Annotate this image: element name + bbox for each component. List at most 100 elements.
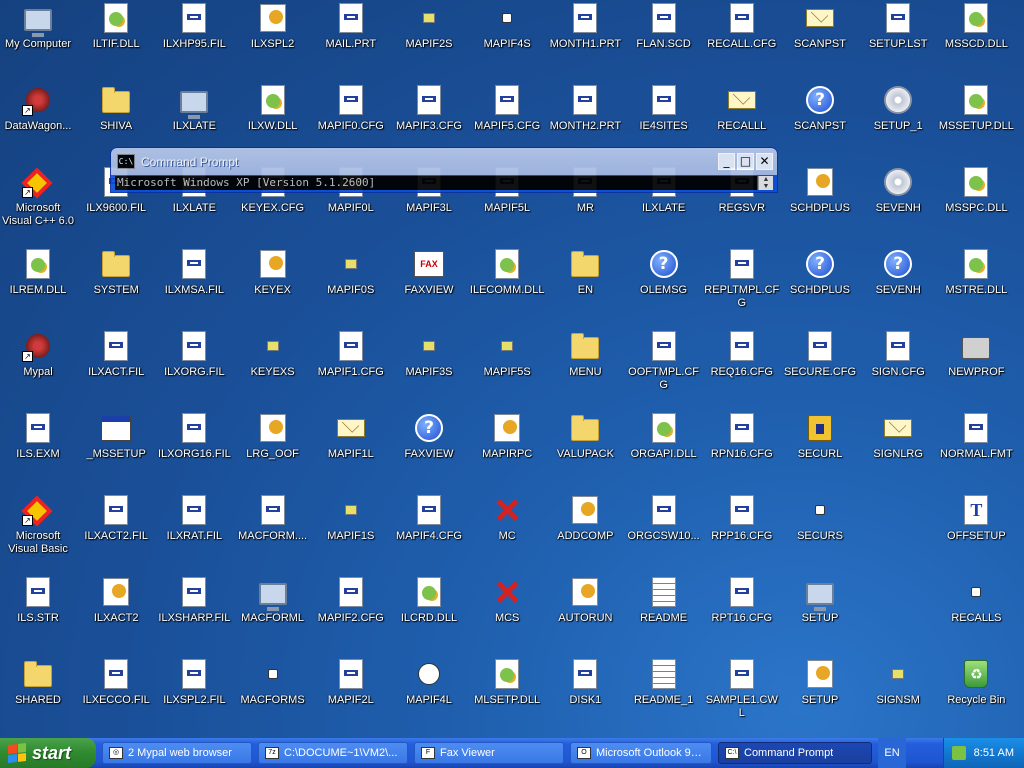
desktop-icon[interactable]: MAPIF5S: [469, 328, 545, 408]
desktop-icon[interactable]: MAPIRPC: [469, 410, 545, 490]
desktop-icon[interactable]: OOFTMPL.CFG: [626, 328, 702, 408]
desktop-icon[interactable]: MAPIF3S: [391, 328, 467, 408]
desktop-icon[interactable]: ILXHP95.FIL: [156, 0, 232, 80]
desktop-icon[interactable]: ILXACT.FIL: [78, 328, 154, 408]
desktop-icon[interactable]: MSTRE.DLL: [938, 246, 1014, 326]
desktop-icon[interactable]: SAMPLE1.CWL: [704, 656, 780, 736]
desktop-icon[interactable]: MAPIF2L: [313, 656, 389, 736]
maximize-button[interactable]: □: [737, 153, 754, 170]
desktop-icon[interactable]: VALUPACK: [547, 410, 623, 490]
minimize-button[interactable]: _: [718, 153, 735, 170]
desktop-icon[interactable]: FAX FAXVIEW: [391, 246, 467, 326]
desktop-icon[interactable]: MAPIF2S: [391, 0, 467, 80]
desktop-icon[interactable]: SCHDPLUS: [782, 164, 858, 244]
desktop-icon[interactable]: ? OLEMSG: [626, 246, 702, 326]
desktop-icon[interactable]: SIGN.CFG: [860, 328, 936, 408]
desktop-icon[interactable]: NEWPROF: [938, 328, 1014, 408]
desktop-icon[interactable]: ILS.STR: [0, 574, 76, 654]
desktop-icon[interactable]: KEYEXS: [235, 328, 311, 408]
desktop-icon[interactable]: README_1: [626, 656, 702, 736]
desktop-icon[interactable]: ♻ Recycle Bin: [938, 656, 1014, 736]
desktop-icon[interactable]: ↗ Microsoft Visual C++ 6.0: [0, 164, 76, 244]
start-button[interactable]: start: [0, 738, 96, 768]
desktop-icon[interactable]: ILXSPL2.FIL: [156, 656, 232, 736]
desktop-icon[interactable]: KEYEX: [235, 246, 311, 326]
taskbar-button[interactable]: 7z C:\DOCUME~1\VM2\...: [258, 742, 408, 764]
taskbar-button[interactable]: ◎ 2 Mypal web browser: [102, 742, 252, 764]
desktop-icon[interactable]: ILXMSA.FIL: [156, 246, 232, 326]
desktop-icon[interactable]: T OFFSETUP: [938, 492, 1014, 572]
desktop-icon[interactable]: MACFORMS: [235, 656, 311, 736]
desktop-icon[interactable]: RECALL.CFG: [704, 0, 780, 80]
taskbar-button[interactable]: F Fax Viewer: [414, 742, 564, 764]
command-prompt-titlebar[interactable]: C:\ Command Prompt _ □ ✕: [111, 148, 777, 175]
taskbar-button[interactable]: C:\ Command Prompt: [718, 742, 872, 764]
desktop-icon[interactable]: MAPIF1L: [313, 410, 389, 490]
desktop-icon[interactable]: SIGNSM: [860, 656, 936, 736]
desktop-icon[interactable]: MACFORML: [235, 574, 311, 654]
desktop-icon[interactable]: MAPIF1.CFG: [313, 328, 389, 408]
desktop-icon[interactable]: RPT16.CFG: [704, 574, 780, 654]
desktop-icon[interactable]: ORGAPI.DLL: [626, 410, 702, 490]
desktop-icon[interactable]: SIGNLRG: [860, 410, 936, 490]
desktop-icon[interactable]: SECURE.CFG: [782, 328, 858, 408]
taskbar-button[interactable]: O Microsoft Outlook 98 ...: [570, 742, 712, 764]
desktop-icon[interactable]: _MSSETUP: [78, 410, 154, 490]
desktop-icon[interactable]: SETUP_1: [860, 82, 936, 162]
desktop-icon[interactable]: ILECOMM.DLL: [469, 246, 545, 326]
desktop-icon[interactable]: RPN16.CFG: [704, 410, 780, 490]
desktop-icon[interactable]: MSSPC.DLL: [938, 164, 1014, 244]
desktop-icon[interactable]: REQ16.CFG: [704, 328, 780, 408]
desktop-icon[interactable]: SHARED: [0, 656, 76, 736]
desktop-icon[interactable]: MAPIF0S: [313, 246, 389, 326]
vertical-scrollbar[interactable]: ▲ ▼: [758, 176, 773, 190]
desktop-icon[interactable]: ↗ Microsoft Visual Basic 6.0: [0, 492, 76, 572]
desktop-icon[interactable]: README: [626, 574, 702, 654]
desktop-icon[interactable]: MAPIF4S: [469, 0, 545, 80]
desktop-icon[interactable]: EN: [547, 246, 623, 326]
desktop-icon[interactable]: MACFORM....: [235, 492, 311, 572]
desktop-icon[interactable]: ↗ Mypal: [0, 328, 76, 408]
desktop-icon[interactable]: ILXSHARP.FIL: [156, 574, 232, 654]
language-indicator[interactable]: EN: [878, 738, 906, 768]
desktop-icon[interactable]: MENU: [547, 328, 623, 408]
desktop-icon[interactable]: LRG_OOF: [235, 410, 311, 490]
desktop-icon[interactable]: SEVENH: [860, 164, 936, 244]
desktop-icon[interactable]: ILS.EXM: [0, 410, 76, 490]
desktop-icon[interactable]: SETUP: [782, 656, 858, 736]
desktop-icon[interactable]: MLSETP.DLL: [469, 656, 545, 736]
desktop-icon[interactable]: ? SCANPST: [782, 82, 858, 162]
desktop-icon[interactable]: My Computer: [0, 0, 76, 80]
desktop-icon[interactable]: DISK1: [547, 656, 623, 736]
command-prompt-window[interactable]: C:\ Command Prompt _ □ ✕ Microsoft Windo…: [110, 147, 778, 193]
desktop-icon[interactable]: SECURS: [782, 492, 858, 572]
desktop-icon[interactable]: MAIL.PRT: [313, 0, 389, 80]
desktop-icon[interactable]: ILXACT2.FIL: [78, 492, 154, 572]
desktop-icon[interactable]: ORGCSW10...: [626, 492, 702, 572]
desktop-icon[interactable]: FLAN.SCD: [626, 0, 702, 80]
desktop-icon[interactable]: SETUP.LST: [860, 0, 936, 80]
desktop-icon[interactable]: ADDCOMP: [547, 492, 623, 572]
desktop-icon[interactable]: MC: [469, 492, 545, 572]
desktop-icon[interactable]: NORMAL.FMT: [938, 410, 1014, 490]
desktop-icon[interactable]: SETUP: [782, 574, 858, 654]
desktop-icon[interactable]: RPP16.CFG: [704, 492, 780, 572]
desktop-icon[interactable]: MAPIF4.CFG: [391, 492, 467, 572]
close-button[interactable]: ✕: [756, 153, 773, 170]
desktop-icon[interactable]: MSSETUP.DLL: [938, 82, 1014, 162]
desktop-icon[interactable]: ILXORG.FIL: [156, 328, 232, 408]
desktop-icon[interactable]: ILXECCO.FIL: [78, 656, 154, 736]
desktop-icon[interactable]: ILXRAT.FIL: [156, 492, 232, 572]
desktop-icon[interactable]: ILTIF.DLL: [78, 0, 154, 80]
desktop-icon[interactable]: ? SEVENH: [860, 246, 936, 326]
desktop-icon[interactable]: RECALLS: [938, 574, 1014, 654]
desktop-icon[interactable]: ? SCHDPLUS: [782, 246, 858, 326]
desktop-icon[interactable]: ↗ DataWagon...: [0, 82, 76, 162]
desktop-icon[interactable]: ILXORG16.FIL: [156, 410, 232, 490]
desktop-icon[interactable]: ILXSPL2: [235, 0, 311, 80]
desktop-icon[interactable]: MONTH1.PRT: [547, 0, 623, 80]
desktop-icon[interactable]: REPLTMPL.CFG: [704, 246, 780, 326]
desktop-icon[interactable]: ILREM.DLL: [0, 246, 76, 326]
desktop-icon[interactable]: SCANPST: [782, 0, 858, 80]
desktop-icon[interactable]: MCS: [469, 574, 545, 654]
